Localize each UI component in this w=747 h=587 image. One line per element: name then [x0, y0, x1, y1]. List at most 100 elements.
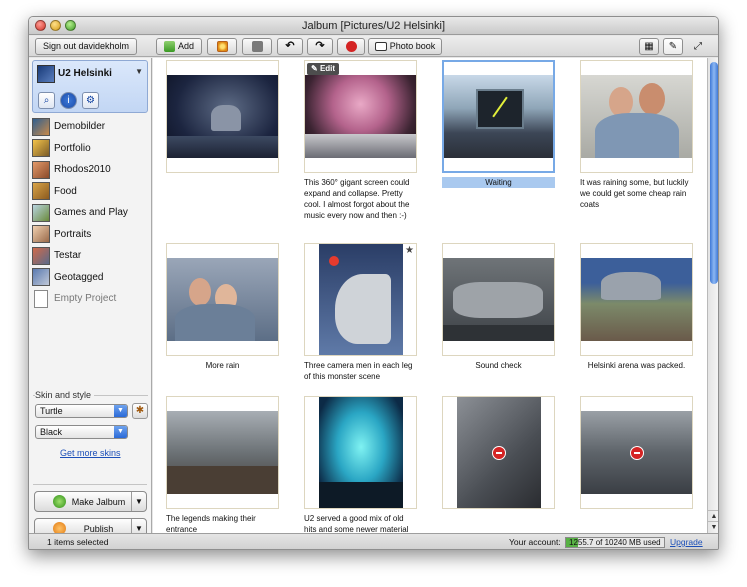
thumbnail-frame — [166, 396, 279, 509]
close-window-icon[interactable] — [35, 20, 46, 31]
image-caption: More rain — [205, 361, 240, 370]
fullscreen-button[interactable]: ⤢ — [687, 38, 709, 55]
rotate-right-icon: ↷ — [315, 40, 325, 52]
grid-item[interactable]: U2 served a good mix of old hits and som… — [292, 396, 430, 533]
grid-item[interactable]: It was raining some, but luckily we coul… — [568, 60, 706, 238]
expand-icon: ⤢ — [694, 41, 702, 52]
sidebar-item-geotagged[interactable]: Geotagged — [32, 267, 150, 289]
project-thumbnail — [37, 65, 55, 83]
project-thumbnail — [32, 182, 50, 201]
photo-book-button[interactable]: Photo book — [368, 38, 442, 55]
make-jalbum-label: Make Jalbum — [71, 496, 126, 507]
grid-item[interactable]: The legends making their entrance — [154, 396, 292, 533]
skin-select[interactable]: Turtle ▼ — [35, 404, 128, 418]
sidebar-item-testar[interactable]: Testar — [32, 245, 150, 267]
excluded-icon — [629, 445, 644, 460]
star-icon[interactable]: ★ — [405, 245, 414, 256]
make-jalbum-button[interactable]: Make Jalbum ▼ — [34, 491, 147, 512]
image-caption: This 360° gigant screen could expand and… — [304, 178, 410, 220]
sidebar-item-label: Demobilder — [54, 121, 106, 133]
sidebar-item-games-and-play[interactable]: Games and Play — [32, 202, 150, 224]
sign-out-button[interactable]: Sign out davidekholm — [35, 38, 137, 55]
zoom-window-icon[interactable] — [65, 20, 76, 31]
concert-photo — [305, 75, 416, 158]
grid-item[interactable]: More rain — [154, 243, 292, 421]
grid-view-button[interactable]: ▦ — [639, 38, 659, 55]
chevron-down-icon[interactable]: ▼ — [135, 67, 143, 76]
get-more-skins-link[interactable]: Get more skins — [60, 448, 121, 458]
search-icon[interactable]: ⌕ — [38, 92, 55, 109]
publish-label: Publish — [83, 523, 114, 534]
grid-item[interactable] — [154, 60, 292, 238]
add-button[interactable]: Add — [156, 38, 202, 55]
status-bar: 1 items selected Your account: 1255.7 of… — [29, 533, 718, 549]
skin-settings-icon[interactable]: ✱ — [132, 403, 148, 419]
project-thumbnail — [32, 246, 50, 265]
vertical-scrollbar[interactable]: ▲ ▼ — [707, 58, 718, 533]
chevron-down-icon[interactable]: ▼ — [131, 492, 146, 511]
project-name: U2 Helsinki — [58, 68, 112, 79]
stage-leg-photo — [318, 244, 403, 355]
star-badge-icon — [216, 41, 228, 52]
grid-item[interactable]: Helsinki arena was packed. — [568, 243, 706, 421]
info-icon[interactable]: i — [60, 92, 77, 109]
upgrade-link[interactable]: Upgrade — [670, 534, 703, 549]
grid-item[interactable]: ★ Three camera men in each leg of this m… — [292, 243, 430, 421]
image-caption: It was raining some, but luckily we coul… — [580, 178, 689, 209]
sidebar-item-portfolio[interactable]: Portfolio — [32, 138, 150, 160]
style-select[interactable]: Black ▼ — [35, 425, 128, 439]
edit-badge[interactable]: ✎ Edit — [307, 63, 340, 75]
edit-mode-button[interactable]: ✎ — [663, 38, 683, 55]
image-caption: Helsinki arena was packed. — [587, 361, 686, 370]
arena-photo — [581, 258, 692, 341]
project-thumbnail — [32, 225, 50, 244]
sidebar-item-demobilder[interactable]: Demobilder — [32, 116, 150, 138]
chevron-down-icon: ▼ — [114, 405, 127, 417]
scroll-up-arrow[interactable]: ▲ — [708, 510, 718, 521]
current-project-header[interactable]: U2 Helsinki ▼ ⌕ i ⚙ — [32, 60, 148, 113]
grid-item-selected[interactable]: Waiting — [430, 60, 568, 238]
set-thumbnail-button[interactable] — [207, 38, 237, 55]
sidebar-item-empty-project[interactable]: Empty Project — [32, 288, 150, 310]
selection-count: 1 items selected — [47, 537, 109, 547]
scrollbar-thumb[interactable] — [710, 62, 718, 284]
thumbnail-frame — [580, 243, 693, 356]
scroll-down-arrow[interactable]: ▼ — [708, 521, 718, 532]
grid-item[interactable] — [430, 396, 568, 533]
title-bar: Jalbum [Pictures/U2 Helsinki] — [29, 17, 718, 35]
project-thumbnail — [32, 139, 50, 158]
thumbnail-frame — [442, 60, 555, 173]
sidebar-item-portraits[interactable]: Portraits — [32, 224, 150, 246]
project-list: Demobilder Portfolio Rhodos2010 Food Gam… — [32, 116, 150, 310]
new-folder-button[interactable] — [242, 38, 272, 55]
grid-item[interactable] — [568, 396, 706, 533]
exclude-button[interactable] — [337, 38, 365, 55]
minimize-window-icon[interactable] — [50, 20, 61, 31]
image-caption: Sound check — [475, 361, 522, 370]
style-select-value: Black — [40, 427, 63, 437]
thumbnail-frame — [304, 396, 417, 509]
project-thumbnail — [32, 117, 50, 136]
sidebar-item-label: Empty Project — [54, 293, 117, 305]
project-thumbnail — [32, 268, 50, 287]
storage-usage-meter: 1255.7 of 10240 MB used — [565, 537, 665, 548]
concert-photo — [167, 411, 278, 494]
grid-item[interactable]: ✎ Edit This 360° gigant screen could exp… — [292, 60, 430, 238]
thumbnail-frame: ✎ Edit — [304, 60, 417, 173]
thumbnail-frame — [442, 396, 555, 509]
chevron-down-icon: ▼ — [114, 426, 127, 438]
people-photo — [581, 75, 692, 158]
rotate-left-button[interactable]: ↶ — [277, 38, 303, 55]
add-images-icon — [163, 41, 175, 52]
add-button-label: Add — [177, 41, 194, 51]
thumbnail-frame — [580, 396, 693, 509]
rotate-right-button[interactable]: ↷ — [307, 38, 333, 55]
image-caption: The legends making their entrance — [166, 514, 256, 533]
people-photo — [167, 258, 278, 341]
grid-item[interactable]: Sound check — [430, 243, 568, 421]
sidebar-item-food[interactable]: Food — [32, 181, 150, 203]
settings-icon[interactable]: ⚙ — [82, 92, 99, 109]
sidebar-item-rhodos2010[interactable]: Rhodos2010 — [32, 159, 150, 181]
thumbnail-frame — [166, 243, 279, 356]
sidebar-item-label: Portfolio — [54, 142, 91, 154]
